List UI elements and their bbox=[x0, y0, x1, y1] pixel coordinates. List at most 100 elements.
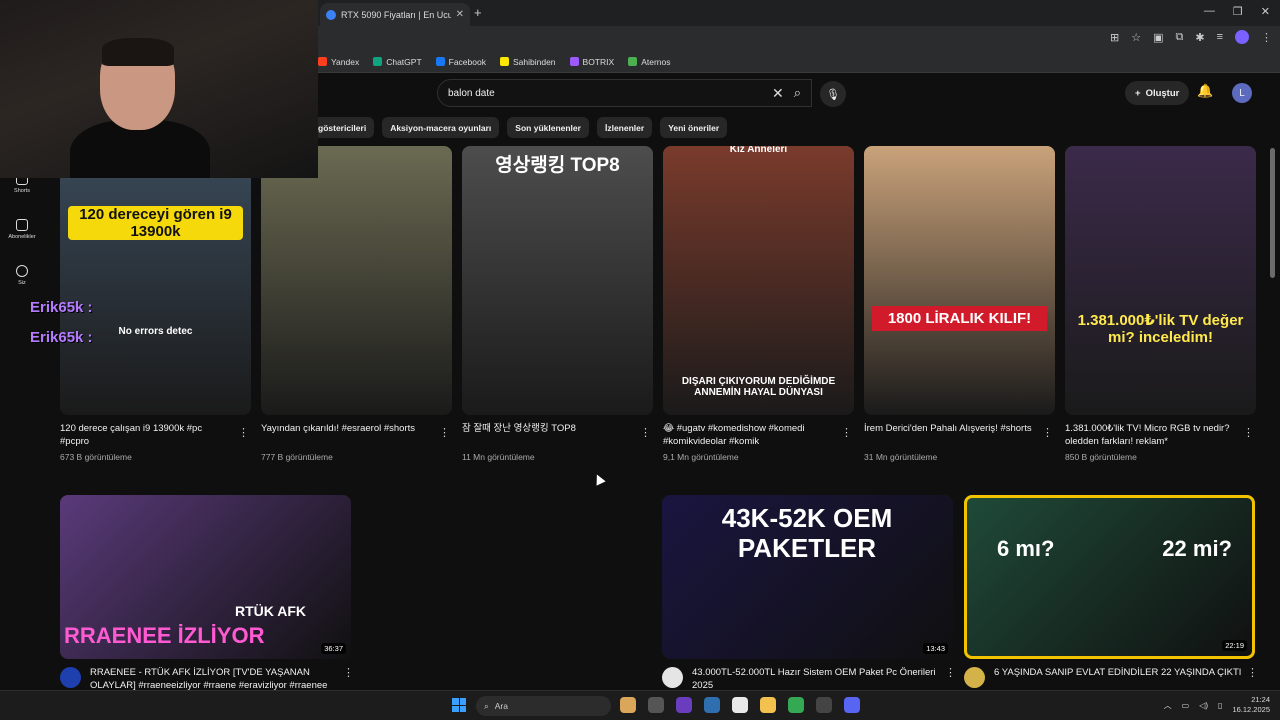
install-app-icon[interactable]: ⊞ bbox=[1110, 31, 1119, 44]
more-options-icon[interactable]: ⋮ bbox=[640, 426, 651, 439]
channel-avatar[interactable] bbox=[662, 667, 683, 688]
clock[interactable]: 21:24 16.12.2025 bbox=[1232, 695, 1270, 715]
video-title[interactable]: RRAENEE - RTÜK AFK İZLİYOR [TV'DE YAŞANA… bbox=[90, 666, 340, 692]
video-title[interactable]: Yayından çıkarıldı! #esraerol #shorts bbox=[261, 422, 433, 435]
tray-chevron-icon[interactable]: ︿ bbox=[1164, 700, 1172, 711]
short-thumbnail[interactable]: 120 dereceyi gören i9 13900k No errors de… bbox=[60, 146, 251, 415]
file-explorer-icon[interactable] bbox=[760, 697, 776, 713]
app-icon[interactable] bbox=[816, 697, 832, 713]
discord-app-icon[interactable] bbox=[844, 697, 860, 713]
thumbnail-caption: 1800 LİRALIK KILIF! bbox=[872, 306, 1047, 331]
chat-overlay-name: Erik65k : bbox=[30, 299, 93, 316]
bookmark-label: Aternos bbox=[641, 56, 671, 67]
close-window-icon[interactable]: ✕ bbox=[1261, 5, 1270, 18]
bookmark-item[interactable]: Aternos bbox=[628, 57, 670, 67]
tab-favicon-icon bbox=[326, 9, 336, 20]
more-options-icon[interactable]: ⋮ bbox=[439, 426, 450, 439]
video-title[interactable]: 1.381.000₺'lik TV! Micro RGB tv nedir? o… bbox=[1065, 422, 1237, 448]
network-icon[interactable]: ▭ bbox=[1182, 701, 1190, 710]
bookmark-item[interactable]: ChatGPT bbox=[373, 57, 422, 67]
mini-guide: Shorts Abonelikler Siz bbox=[0, 160, 44, 298]
toolbar-icons: ⊞ ☆ ▣ ⧉ ✱ ≡ ⋮ bbox=[1110, 30, 1272, 44]
video-thumbnail[interactable]: 6 mı? 22 mi? 22:19 bbox=[964, 495, 1255, 659]
facebook-icon bbox=[435, 57, 445, 66]
video-thumbnail[interactable]: 43K-52K OEM PAKETLER 13:43 bbox=[662, 495, 953, 659]
page-scrollbar[interactable] bbox=[1270, 148, 1275, 278]
minimize-icon[interactable]: — bbox=[1204, 5, 1215, 18]
obs-app-icon[interactable] bbox=[676, 697, 692, 713]
view-count: 673 B görüntüleme bbox=[60, 452, 132, 462]
bookmark-item[interactable]: BOTRIX bbox=[569, 57, 614, 67]
store-app-icon[interactable] bbox=[732, 697, 748, 713]
short-thumbnail[interactable]: DIŞARI ÇIKIYORUM DEDİĞİMDE ANNEMİN HAYAL… bbox=[663, 146, 854, 415]
downloads-icon[interactable]: ≡ bbox=[1217, 31, 1223, 43]
aternos-icon bbox=[628, 57, 638, 66]
bookmark-star-icon[interactable]: ☆ bbox=[1131, 31, 1141, 44]
filter-chip[interactable]: Son yüklenenler bbox=[507, 117, 589, 138]
extension-icon[interactable]: ▣ bbox=[1153, 31, 1163, 44]
account-avatar[interactable]: L bbox=[1232, 83, 1252, 103]
mouse-cursor bbox=[592, 472, 606, 486]
close-tab-icon[interactable]: ✕ bbox=[456, 9, 464, 20]
short-thumbnail[interactable]: 영상랭킹 TOP8 bbox=[462, 146, 653, 415]
short-thumbnail[interactable]: 1.381.000₺'lik TV değer mi? inceledim! bbox=[1065, 146, 1256, 415]
video-title[interactable]: 43.000TL-52.000TL Hazır Sistem OEM Paket… bbox=[692, 666, 942, 692]
guide-item[interactable]: Siz bbox=[0, 252, 44, 298]
filter-chip[interactable]: göstericileri bbox=[310, 117, 375, 138]
browser-tab[interactable]: RTX 5090 Fiyatları | En Ucuzu Al ✕ bbox=[320, 3, 470, 26]
task-view-icon[interactable] bbox=[648, 697, 664, 713]
voice-search-icon[interactable]: 🎙 bbox=[820, 81, 846, 107]
start-button-icon[interactable] bbox=[452, 698, 466, 712]
create-button[interactable]: + Oluştur bbox=[1125, 81, 1190, 105]
video-thumbnail[interactable]: RRAENEE İZLİYOR RTÜK AFK 36:37 bbox=[60, 495, 351, 659]
video-title[interactable]: İrem Derici'den Pahalı Alışveriş! #short… bbox=[864, 422, 1036, 435]
chrome-app-icon[interactable] bbox=[788, 697, 804, 713]
settings-app-icon[interactable] bbox=[704, 697, 720, 713]
short-thumbnail[interactable] bbox=[261, 146, 452, 415]
search-input[interactable]: balon date bbox=[448, 88, 772, 99]
taskbar-search[interactable]: ⌕ Ara bbox=[476, 696, 611, 716]
filter-chips: göstericileri Aksiyon-macera oyunları Son … bbox=[310, 117, 728, 138]
windows-taskbar: ⌕ Ara ︿ ▭ ◁) ▯ 21:24 16.12.2025 bbox=[0, 690, 1280, 720]
guide-item[interactable]: Abonelikler bbox=[0, 206, 44, 252]
more-options-icon[interactable]: ⋮ bbox=[841, 426, 852, 439]
more-options-icon[interactable]: ⋮ bbox=[1042, 426, 1053, 439]
new-tab-button[interactable]: + bbox=[474, 5, 482, 20]
thumbnail-caption: 영상랭킹 TOP8 bbox=[495, 155, 620, 176]
filter-chip[interactable]: Yeni öneriler bbox=[660, 117, 728, 138]
thumbnail-subcaption: No errors detec bbox=[118, 326, 193, 337]
thumbnail-subcaption: 22 mi? bbox=[1162, 536, 1232, 561]
channel-avatar[interactable] bbox=[964, 667, 985, 688]
widget-app-icon[interactable] bbox=[620, 697, 636, 713]
maximize-icon[interactable]: ❐ bbox=[1233, 5, 1243, 18]
video-title[interactable]: 120 derece çalışan i9 13900k #pc #pcpro bbox=[60, 422, 232, 448]
channel-avatar[interactable] bbox=[60, 667, 81, 688]
video-title[interactable]: 😂 #ugatv #komedishow #komedi #komikvideo… bbox=[663, 422, 835, 448]
video-title[interactable]: 6 YAŞINDA SANIP EVLAT EDİNDİLER 22 YAŞIN… bbox=[994, 666, 1244, 679]
guide-item-label: Shorts bbox=[14, 187, 30, 194]
notifications-bell-icon[interactable]: 🔔 bbox=[1197, 83, 1213, 99]
battery-icon[interactable]: ▯ bbox=[1218, 701, 1222, 710]
plus-icon: + bbox=[1135, 87, 1141, 99]
video-title[interactable]: 잠 잘때 장난 영상랭킹 TOP8 bbox=[462, 422, 634, 435]
translate-icon[interactable]: ⧉ bbox=[1176, 31, 1184, 44]
view-count: 9,1 Mn görüntüleme bbox=[663, 452, 739, 462]
more-options-icon[interactable]: ⋮ bbox=[945, 666, 956, 679]
filter-chip[interactable]: Aksiyon-macera oyunları bbox=[382, 117, 500, 138]
clear-search-icon[interactable]: ✕ bbox=[772, 85, 784, 102]
more-options-icon[interactable]: ⋮ bbox=[1243, 426, 1254, 439]
search-icon[interactable]: ⌕ bbox=[794, 85, 801, 101]
filter-chip[interactable]: İzlenenler bbox=[596, 117, 653, 138]
search-box[interactable]: balon date ✕ ⌕ bbox=[437, 79, 812, 107]
bookmark-item[interactable]: Sahibinden bbox=[499, 57, 556, 67]
more-options-icon[interactable]: ⋮ bbox=[238, 426, 249, 439]
short-thumbnail[interactable]: 1800 LİRALIK KILIF! bbox=[864, 146, 1055, 415]
more-options-icon[interactable]: ⋮ bbox=[1247, 666, 1258, 679]
extensions-puzzle-icon[interactable]: ✱ bbox=[1195, 31, 1204, 44]
bookmark-item[interactable]: Yandex bbox=[318, 57, 359, 67]
profile-icon[interactable] bbox=[1235, 30, 1249, 44]
volume-icon[interactable]: ◁) bbox=[1199, 701, 1208, 710]
browser-menu-icon[interactable]: ⋮ bbox=[1261, 31, 1272, 44]
more-options-icon[interactable]: ⋮ bbox=[343, 666, 354, 679]
bookmark-item[interactable]: Facebook bbox=[435, 57, 486, 67]
